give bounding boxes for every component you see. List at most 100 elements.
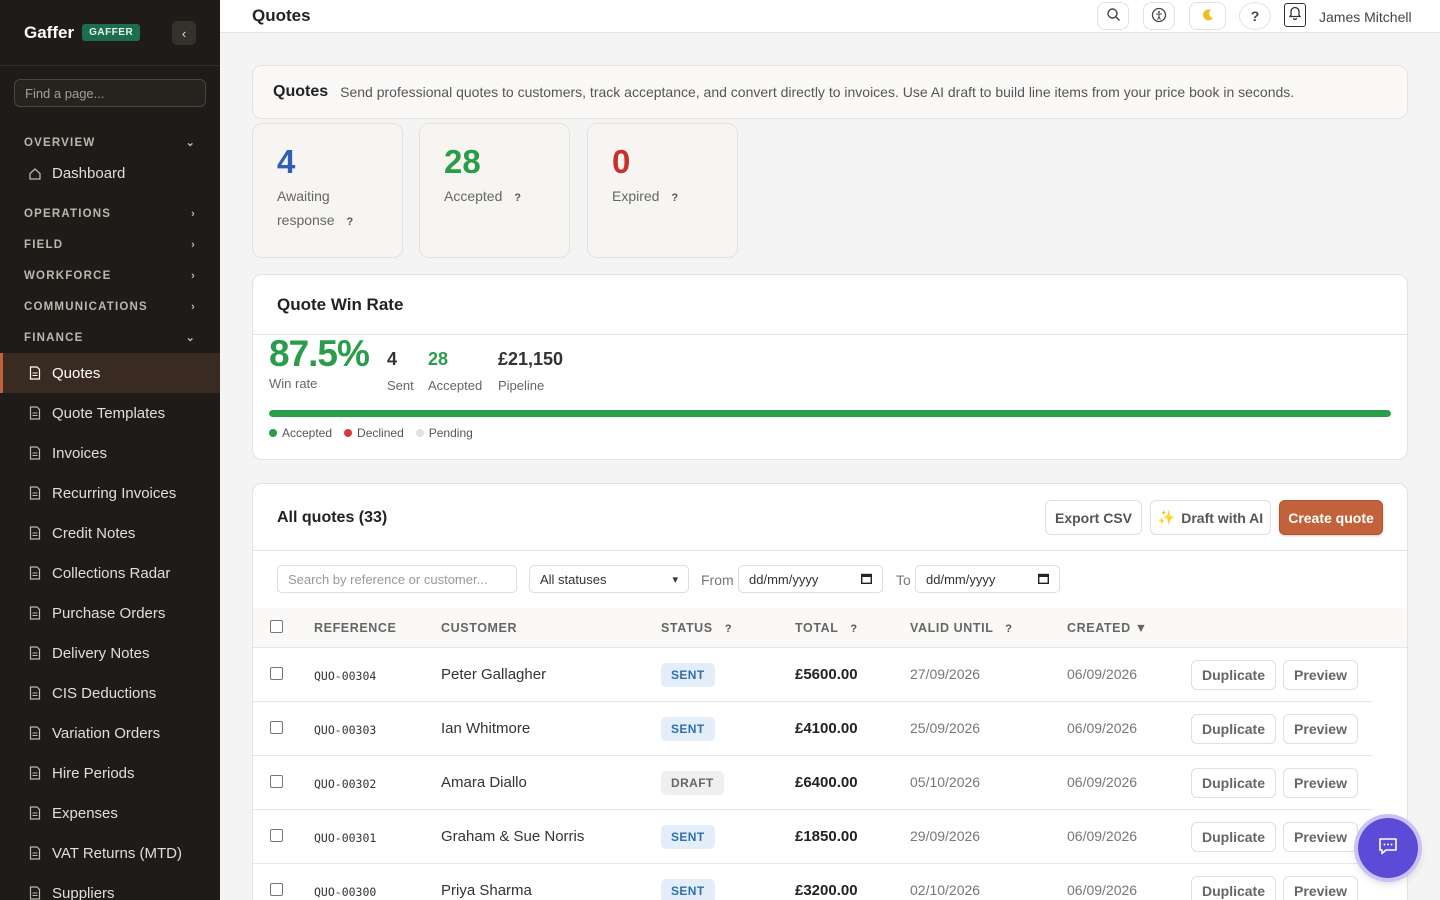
search-input[interactable]: Search by reference or customer... <box>277 565 517 593</box>
export-csv-button[interactable]: Export CSV <box>1045 500 1142 535</box>
help-icon[interactable]: ? <box>850 623 857 635</box>
sidebar-item-recurring-invoices[interactable]: Recurring Invoices <box>0 473 220 513</box>
table-row[interactable]: QUO-00300 Priya Sharma SENT £3200.00 02/10/2… <box>253 864 1373 900</box>
row-checkbox[interactable] <box>270 829 283 842</box>
sidebar-item-quotes[interactable]: Quotes <box>0 353 220 393</box>
status-select[interactable]: All statuses ▾ <box>529 565 689 593</box>
section-operations[interactable]: OPERATIONS › <box>0 198 220 229</box>
sidebar-item-label: Credit Notes <box>52 524 136 542</box>
stat-label-text: Expired <box>612 188 660 204</box>
sidebar-item-dashboard[interactable]: Dashboard <box>0 158 220 189</box>
document-icon <box>28 526 42 540</box>
document-icon <box>28 726 42 740</box>
sidebar-item-label: CIS Deductions <box>52 684 157 702</box>
column-valid-until-label: VALID UNTIL <box>910 621 994 635</box>
row-checkbox[interactable] <box>270 775 283 788</box>
help-icon[interactable]: ? <box>1005 623 1012 635</box>
row-checkbox[interactable] <box>270 667 283 680</box>
quote-reference[interactable]: QUO-00303 <box>314 723 376 737</box>
sidebar-item-invoices[interactable]: Invoices <box>0 433 220 473</box>
section-overview-label: OVERVIEW <box>24 136 96 149</box>
column-customer[interactable]: CUSTOMER <box>441 621 517 635</box>
create-quote-button[interactable]: Create quote <box>1279 500 1383 535</box>
section-operations-label: OPERATIONS <box>24 207 112 220</box>
from-date-input[interactable]: dd/mm/yyyy <box>738 565 883 593</box>
column-total[interactable]: TOTAL ? <box>795 621 858 635</box>
duplicate-button[interactable]: Duplicate <box>1191 660 1276 690</box>
sidebar-item-variation-orders[interactable]: Variation Orders <box>0 713 220 753</box>
duplicate-button[interactable]: Duplicate <box>1191 714 1276 744</box>
draft-with-ai-button[interactable]: ✨ Draft with AI <box>1150 500 1271 535</box>
find-page-input[interactable]: Find a page... <box>14 79 206 107</box>
quote-reference[interactable]: QUO-00300 <box>314 885 376 899</box>
table-row[interactable]: QUO-00303 Ian Whitmore SENT £4100.00 25/09/2… <box>253 702 1373 756</box>
sidebar-item-suppliers[interactable]: Suppliers <box>0 873 220 900</box>
section-communications-label: COMMUNICATIONS <box>24 300 148 313</box>
created-date: 06/09/2026 <box>1067 882 1138 898</box>
help-button[interactable]: ? <box>1239 2 1271 30</box>
column-valid-until[interactable]: VALID UNTIL ? <box>910 621 1013 635</box>
chevron-right-icon: › <box>191 269 196 282</box>
preview-button[interactable]: Preview <box>1283 822 1358 852</box>
sidebar-item-expenses[interactable]: Expenses <box>0 793 220 833</box>
quote-reference[interactable]: QUO-00302 <box>314 777 376 791</box>
status-badge: SENT <box>661 663 715 687</box>
sidebar-item-purchase-orders[interactable]: Purchase Orders <box>0 593 220 633</box>
notifications-button[interactable] <box>1284 3 1306 27</box>
theme-toggle-button[interactable] <box>1189 2 1226 30</box>
document-icon <box>28 366 42 380</box>
accessibility-button[interactable] <box>1143 2 1175 30</box>
column-reference[interactable]: REFERENCE <box>314 621 397 635</box>
section-field-label: FIELD <box>24 238 64 251</box>
section-communications[interactable]: COMMUNICATIONS › <box>0 291 220 322</box>
duplicate-button[interactable]: Duplicate <box>1191 768 1276 798</box>
valid-until-date: 27/09/2026 <box>910 666 981 682</box>
help-icon[interactable]: ? <box>725 623 732 635</box>
brand-name: Gaffer <box>24 22 75 42</box>
table-row[interactable]: QUO-00301 Graham & Sue Norris SENT £1850.00… <box>253 810 1373 864</box>
search-button[interactable] <box>1097 2 1129 30</box>
sidebar-item-quote-templates[interactable]: Quote Templates <box>0 393 220 433</box>
document-icon <box>28 886 42 900</box>
chat-button[interactable] <box>1358 818 1418 878</box>
stat-card-awaiting: 4 Awaiting response ? <box>252 123 403 258</box>
preview-button[interactable]: Preview <box>1283 714 1358 744</box>
column-status[interactable]: STATUS ? <box>661 621 732 635</box>
section-workforce[interactable]: WORKFORCE › <box>0 260 220 291</box>
valid-until-date: 29/09/2026 <box>910 828 981 844</box>
to-label: To <box>896 572 911 588</box>
section-field[interactable]: FIELD › <box>0 229 220 260</box>
preview-button[interactable]: Preview <box>1283 660 1358 690</box>
duplicate-button[interactable]: Duplicate <box>1191 876 1276 900</box>
section-overview[interactable]: OVERVIEW ⌄ <box>0 127 220 158</box>
preview-button[interactable]: Preview <box>1283 768 1358 798</box>
chevron-down-icon: ▾ <box>672 573 678 586</box>
help-icon[interactable]: ? <box>514 186 521 210</box>
quote-reference[interactable]: QUO-00304 <box>314 669 376 683</box>
column-created[interactable]: CREATED ▼ <box>1067 621 1148 635</box>
select-all-checkbox[interactable] <box>270 620 283 633</box>
legend-label: Declined <box>357 426 404 440</box>
sidebar-item-delivery-notes[interactable]: Delivery Notes <box>0 633 220 673</box>
customer-name: Priya Sharma <box>441 882 532 899</box>
to-date-input[interactable]: dd/mm/yyyy <box>915 565 1060 593</box>
quote-reference[interactable]: QUO-00301 <box>314 831 376 845</box>
help-icon[interactable]: ? <box>671 186 678 210</box>
row-checkbox[interactable] <box>270 883 283 896</box>
sidebar-item-cis-deductions[interactable]: CIS Deductions <box>0 673 220 713</box>
sidebar-item-credit-notes[interactable]: Credit Notes <box>0 513 220 553</box>
preview-button[interactable]: Preview <box>1283 876 1358 900</box>
help-icon[interactable]: ? <box>346 210 353 234</box>
table-row[interactable]: QUO-00304 Peter Gallagher SENT £5600.00 27/0… <box>253 648 1373 702</box>
win-rate-label: Win rate <box>269 376 318 391</box>
collapse-sidebar-button[interactable]: ‹ <box>172 21 196 45</box>
sidebar-item-hire-periods[interactable]: Hire Periods <box>0 753 220 793</box>
sidebar-item-collections-radar[interactable]: Collections Radar <box>0 553 220 593</box>
user-menu[interactable]: James Mitchell <box>1319 9 1412 25</box>
win-rate-legend: Accepted Declined Pending <box>269 426 485 440</box>
sidebar-item-vat-returns-mtd[interactable]: VAT Returns (MTD) <box>0 833 220 873</box>
table-row[interactable]: QUO-00302 Amara Diallo DRAFT £6400.00 05/10/… <box>253 756 1373 810</box>
duplicate-button[interactable]: Duplicate <box>1191 822 1276 852</box>
row-checkbox[interactable] <box>270 721 283 734</box>
section-finance[interactable]: FINANCE ⌄ <box>0 322 220 353</box>
